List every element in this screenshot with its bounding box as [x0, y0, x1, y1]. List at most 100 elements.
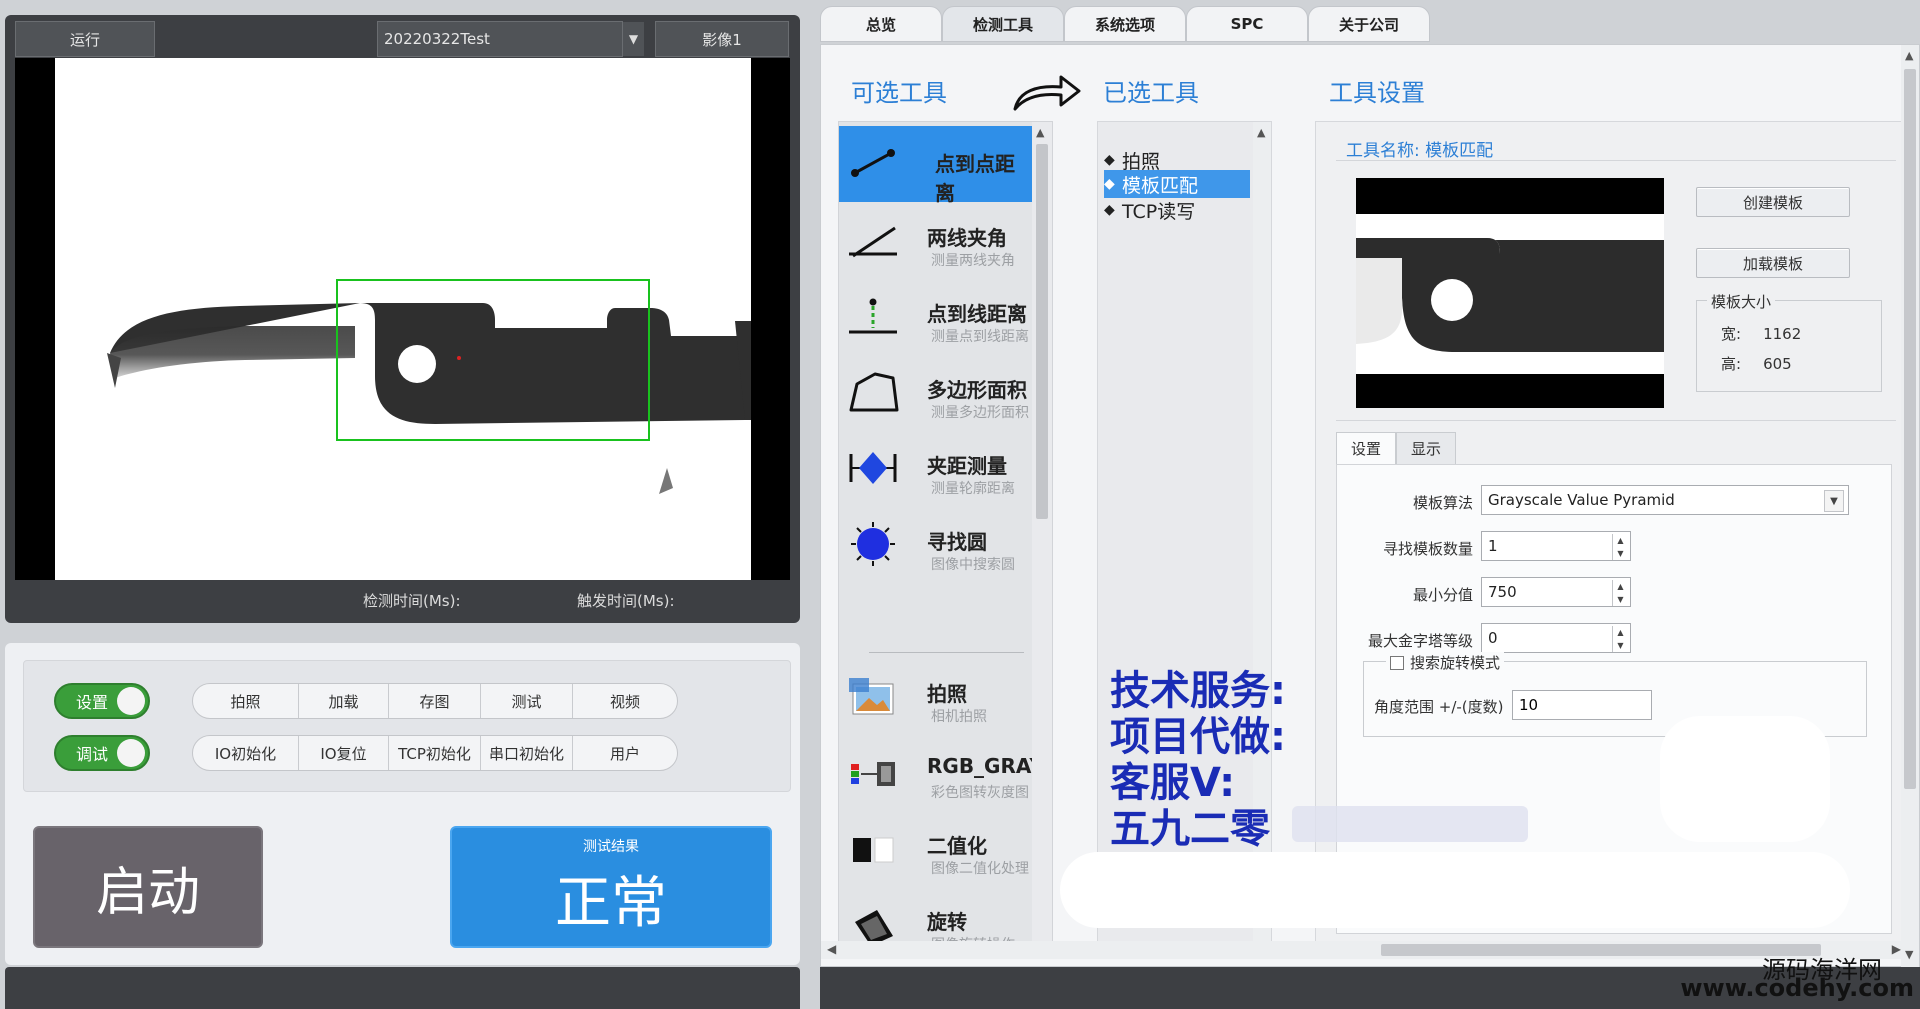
min-score-row: 最小分值 750 ▲ ▼ — [1337, 577, 1893, 609]
toggle-knob — [117, 739, 145, 767]
point-distance-icon — [851, 149, 895, 177]
chevron-down-icon[interactable]: ▼ — [622, 22, 644, 56]
photo-button[interactable]: 拍照 — [193, 684, 299, 718]
redaction-blur — [1292, 806, 1528, 842]
test-button[interactable]: 测试 — [481, 684, 573, 718]
angle-range-label: 角度范围 +/-(度数) — [1374, 698, 1504, 716]
image-display[interactable] — [15, 58, 790, 580]
match-count-input[interactable]: 1 ▲ ▼ — [1481, 531, 1631, 561]
algorithm-select[interactable]: Grayscale Value Pyramid ▼ — [1481, 485, 1849, 515]
tab-about[interactable]: 关于公司 — [1308, 6, 1430, 42]
tool-item[interactable]: 拍照 相机拍照 — [839, 660, 1034, 736]
selected-tool-item[interactable]: ◆ 模板匹配 — [1104, 170, 1250, 198]
spin-arrows-icon[interactable]: ▲ ▼ — [1612, 534, 1628, 560]
run-status-label: 运行 — [15, 21, 155, 57]
pyramid-level-value: 0 — [1488, 629, 1498, 647]
rgb-gray-icon — [851, 762, 895, 786]
min-score-input[interactable]: 750 ▲ ▼ — [1481, 577, 1631, 607]
bullet-icon: ◆ — [1104, 176, 1115, 192]
serial-init-button[interactable]: 串口初始化 — [481, 736, 573, 770]
rotation-mode-checkbox[interactable]: 搜索旋转模式 — [1386, 652, 1505, 673]
tool-item-name: 二值化 — [927, 834, 987, 858]
project-select-value: 20220322Test — [384, 30, 490, 48]
tool-item[interactable]: 夹距测量 测量轮廓距离 — [839, 432, 1034, 508]
tool-item[interactable]: 点到点距离 — [839, 126, 1034, 205]
load-button[interactable]: 加载 — [299, 684, 389, 718]
angle-range-input[interactable]: 10 — [1512, 690, 1652, 720]
project-select[interactable]: 20220322Test ▼ — [377, 21, 644, 57]
template-size-group: 模板大小 宽: 1162 高: 605 — [1696, 291, 1882, 392]
horizontal-scrollbar[interactable]: ◀ ▶ — [821, 941, 1901, 959]
tab-inspection-tools[interactable]: 检测工具 — [942, 6, 1064, 42]
tab-spc[interactable]: SPC — [1186, 6, 1308, 42]
video-button[interactable]: 视频 — [573, 684, 677, 718]
height-value: 605 — [1763, 355, 1792, 373]
scroll-up-icon[interactable]: ▲ — [1905, 49, 1913, 62]
image-select[interactable]: 影像1 — [655, 21, 789, 57]
setup-toggle[interactable]: 设置 — [54, 683, 150, 719]
scroll-thumb[interactable] — [1381, 944, 1821, 956]
selected-tool-item[interactable]: ◆ TCP读写 — [1104, 196, 1250, 224]
scroll-up-icon[interactable]: ▲ — [1257, 126, 1265, 139]
algorithm-row: 模板算法 Grayscale Value Pyramid ▼ — [1337, 485, 1893, 517]
load-template-button[interactable]: 加载模板 — [1696, 248, 1850, 278]
io-init-button[interactable]: IO初始化 — [193, 736, 299, 770]
tools-scrollbar[interactable]: ▲ — [1032, 122, 1052, 950]
save-image-button[interactable]: 存图 — [389, 684, 481, 718]
tool-item-desc: 图像中搜索圆 — [931, 557, 1015, 573]
tool-item-name: 寻找圆 — [927, 530, 987, 554]
tool-settings-title: 工具设置 — [1329, 79, 1425, 107]
subtab-settings[interactable]: 设置 — [1336, 432, 1397, 464]
create-template-button[interactable]: 创建模板 — [1696, 187, 1850, 217]
subtab-display[interactable]: 显示 — [1396, 432, 1457, 464]
tcp-init-button[interactable]: TCP初始化 — [389, 736, 481, 770]
scroll-down-icon[interactable]: ▼ — [1905, 948, 1913, 961]
min-score-value: 750 — [1488, 583, 1517, 601]
curved-arrow-icon — [1013, 75, 1081, 111]
tool-item[interactable]: 两线夹角 测量两线夹角 — [839, 204, 1034, 280]
image-viewer-panel: 运行 20220322Test ▼ 影像1 检测时间(Ms): 触发时间(Ms)… — [5, 15, 800, 623]
scroll-up-icon[interactable]: ▲ — [1036, 126, 1044, 139]
tool-item-desc: 测量轮廓距离 — [931, 481, 1015, 497]
scroll-right-icon[interactable]: ▶ — [1892, 942, 1901, 956]
rotate-icon — [855, 910, 893, 946]
spin-arrows-icon[interactable]: ▲ ▼ — [1612, 580, 1628, 606]
debug-toggle[interactable]: 调试 — [54, 735, 150, 771]
button-area: 设置 调试 拍照 加载 存图 测试 视频 IO初始化 IO复位 TCP初始化 串… — [23, 660, 791, 792]
result-label: 测试结果 — [583, 839, 639, 855]
pyramid-level-input[interactable]: 0 ▲ ▼ — [1481, 623, 1631, 653]
io-reset-button[interactable]: IO复位 — [299, 736, 389, 770]
template-preview — [1356, 178, 1664, 408]
image-canvas[interactable] — [55, 58, 751, 580]
point-line-icon — [849, 298, 897, 334]
tab-overview[interactable]: 总览 — [820, 6, 942, 42]
tool-item[interactable]: RGB_GRAY 彩色图转灰度图 — [839, 736, 1044, 812]
setup-toggle-label: 设置 — [76, 693, 109, 712]
tool-item-desc: 测量两线夹角 — [931, 253, 1015, 269]
scroll-left-icon[interactable]: ◀ — [827, 942, 836, 956]
tool-item-name: 点到点距离 — [935, 152, 1015, 205]
divider — [1336, 160, 1896, 161]
tool-item[interactable]: 点到线距离 测量点到线距离 — [839, 280, 1034, 356]
start-button[interactable]: 启动 — [33, 826, 263, 948]
match-count-value: 1 — [1488, 537, 1498, 555]
algorithm-label: 模板算法 — [1412, 494, 1473, 512]
checkbox-icon[interactable] — [1390, 655, 1404, 670]
trigger-time-label: 触发时间(Ms): — [577, 592, 675, 610]
chevron-down-icon[interactable]: ▼ — [1824, 490, 1844, 512]
photo-icon — [849, 678, 894, 715]
bullet-icon: ◆ — [1104, 152, 1115, 168]
tool-item[interactable]: 多边形面积 测量多边形面积 — [839, 356, 1034, 432]
tool-item-desc: 彩色图转灰度图 — [931, 785, 1029, 801]
advert-line: 客服V: — [1110, 760, 1236, 806]
redaction-blob — [1060, 852, 1850, 928]
user-button[interactable]: 用户 — [573, 736, 677, 770]
width-value: 1162 — [1763, 325, 1802, 343]
tool-item[interactable]: 寻找圆 图像中搜索圆 — [839, 508, 1034, 584]
tab-system-options[interactable]: 系统选项 — [1064, 6, 1186, 42]
scroll-thumb[interactable] — [1036, 144, 1048, 519]
scroll-thumb[interactable] — [1904, 69, 1916, 789]
right-vertical-scrollbar[interactable]: ▲ ▼ — [1901, 45, 1919, 975]
spin-arrows-icon[interactable]: ▲ ▼ — [1612, 626, 1628, 652]
tool-item[interactable]: 二值化 图像二值化处理 — [839, 812, 1034, 888]
